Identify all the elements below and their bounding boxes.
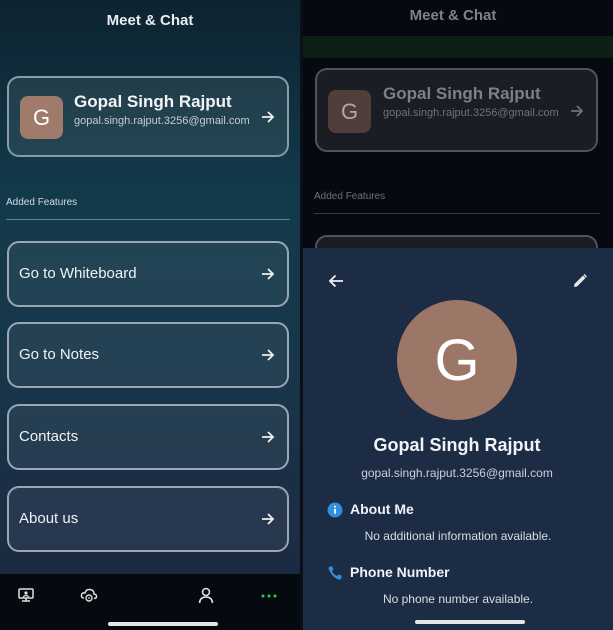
profile-email: gopal.singh.rajput.3256@gmail.com	[361, 466, 553, 480]
header-strip	[303, 36, 613, 58]
app-title: Meet & Chat	[409, 7, 497, 24]
section-label: Added Features	[314, 191, 386, 202]
about-heading: About Me	[350, 501, 414, 517]
feature-label: Go to Whiteboard	[19, 265, 137, 282]
arrow-right-icon	[571, 105, 584, 117]
whiteboard-button[interactable]: Go to Whiteboard	[7, 241, 289, 307]
about-us-button[interactable]: About us	[7, 486, 289, 552]
phone-icon	[328, 566, 342, 580]
profile-icon[interactable]	[197, 586, 215, 604]
back-arrow-icon[interactable]	[327, 272, 345, 290]
feature-label: Go to Notes	[19, 346, 100, 363]
about-text: No additional information available.	[364, 529, 552, 543]
profile-name: Gopal Singh Rajput	[383, 84, 541, 103]
arrow-right-icon	[262, 268, 275, 280]
profile-name: Gopal Singh Rajput	[74, 92, 232, 111]
feature-label: About us	[19, 510, 79, 527]
info-icon	[327, 502, 343, 518]
profile-email: gopal.singh.rajput.3256@gmail.com	[383, 107, 559, 119]
profile-card: G Gopal Singh Rajput gopal.singh.rajput.…	[315, 68, 598, 152]
contacts-button[interactable]: Contacts	[7, 404, 289, 470]
main-screen: Meet & Chat G Gopal Singh Rajput gopal.s…	[0, 0, 300, 630]
more-icon[interactable]	[260, 586, 278, 604]
phone-heading: Phone Number	[350, 564, 450, 580]
meeting-icon[interactable]	[17, 586, 35, 604]
divider	[314, 213, 600, 214]
phone-text: No phone number available.	[382, 592, 534, 606]
cloud-icon[interactable]	[80, 586, 98, 604]
profile-name: Gopal Singh Rajput	[373, 435, 541, 455]
section-label: Added Features	[6, 197, 78, 208]
edit-icon[interactable]	[571, 272, 589, 290]
avatar: G	[20, 96, 63, 139]
home-indicator	[415, 620, 525, 624]
divider	[6, 219, 290, 220]
bottom-nav	[0, 574, 300, 630]
arrow-right-icon	[262, 431, 275, 443]
avatar: G	[328, 90, 371, 133]
profile-sheet: G Gopal Singh Rajput gopal.singh.rajput.…	[303, 248, 613, 630]
profile-email: gopal.singh.rajput.3256@gmail.com	[74, 115, 250, 127]
avatar-large: G	[397, 300, 517, 420]
arrow-right-icon	[262, 111, 275, 123]
profile-card[interactable]: G Gopal Singh Rajput gopal.singh.rajput.…	[7, 76, 289, 157]
profile-screen: Meet & Chat G Gopal Singh Rajput gopal.s…	[303, 0, 613, 630]
arrow-right-icon	[262, 513, 275, 525]
home-indicator	[108, 622, 218, 626]
app-title: Meet & Chat	[106, 12, 194, 29]
notes-button[interactable]: Go to Notes	[7, 322, 289, 388]
feature-label: Contacts	[19, 428, 79, 445]
arrow-right-icon	[262, 349, 275, 361]
